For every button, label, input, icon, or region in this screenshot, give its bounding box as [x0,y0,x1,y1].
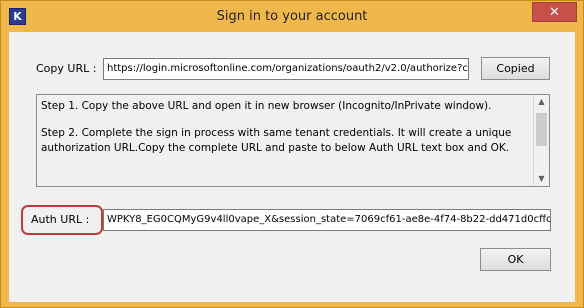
window-title: Sign in to your account [216,9,368,24]
instruction-step-1: Step 1. Copy the above URL and open it i… [41,100,492,112]
ok-button[interactable]: OK [480,248,551,271]
dialog-content: Copy URL : https://login.microsoftonline… [9,32,575,302]
copy-url-field[interactable]: https://login.microsoftonline.com/organi… [103,58,469,80]
auth-url-label: Auth URL : [31,213,90,226]
close-icon: ✕ [549,5,560,20]
copy-url-label: Copy URL : [36,62,97,75]
title-bar[interactable]: K Sign in to your account ✕ [1,1,583,32]
instructions-text: Step 1. Copy the above URL and open it i… [41,99,531,168]
instruction-step-2: Step 2. Complete the sign in process wit… [41,127,512,154]
chevron-up-icon[interactable]: ▲ [534,95,549,109]
instructions-box[interactable]: Step 1. Copy the above URL and open it i… [36,94,550,187]
scroll-thumb[interactable] [536,113,547,146]
auth-url-field[interactable]: WPKY8_EG0CQMyG9v4ll0vape_X&session_state… [103,209,551,231]
close-button[interactable]: ✕ [532,2,577,22]
vertical-scrollbar[interactable]: ▲ ▼ [533,95,549,186]
copied-button[interactable]: Copied [481,57,550,80]
chevron-down-icon[interactable]: ▼ [534,172,549,186]
sign-in-dialog: K Sign in to your account ✕ Copy URL : h… [0,0,584,308]
